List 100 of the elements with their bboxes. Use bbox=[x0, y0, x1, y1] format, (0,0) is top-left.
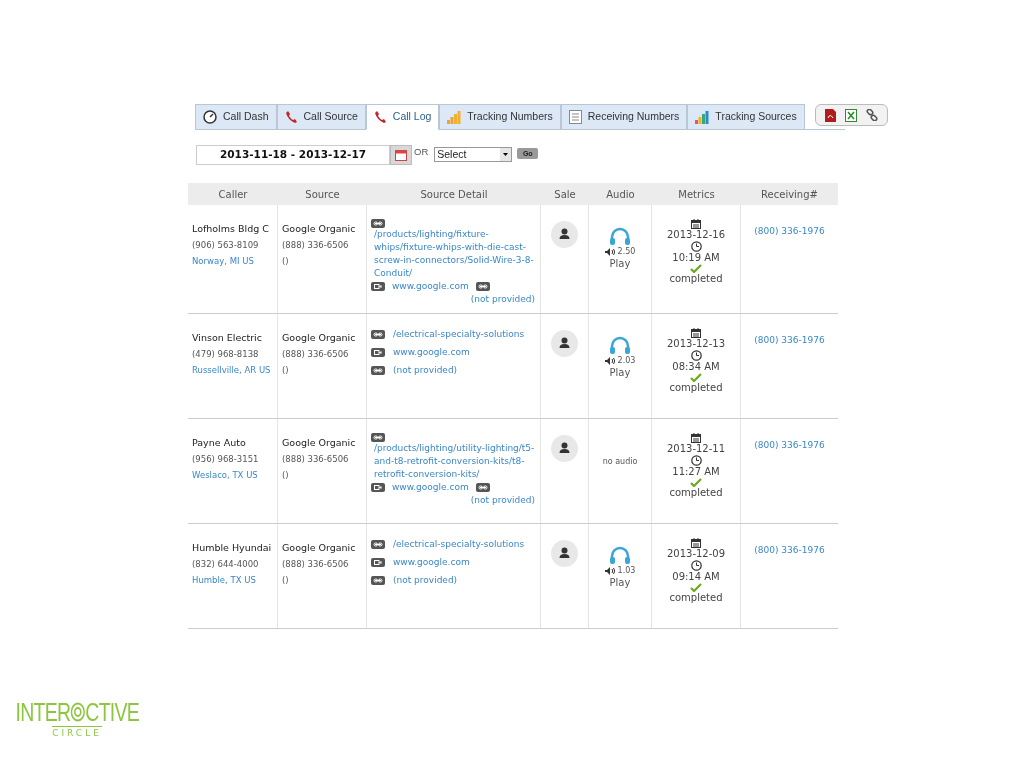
keyword-link[interactable]: (not provided) bbox=[470, 494, 535, 507]
link-icon bbox=[371, 540, 385, 549]
source-phone: (888) 336-6506 bbox=[282, 348, 350, 361]
calendar-button[interactable] bbox=[390, 145, 412, 165]
link-icon bbox=[371, 219, 385, 228]
video-icon bbox=[371, 282, 385, 291]
caller-phone: (479) 968-8138 bbox=[192, 348, 260, 361]
clock-icon bbox=[690, 241, 702, 252]
call-date: 2013-12-11 bbox=[666, 443, 726, 455]
logo-subtitle: CIRCLE bbox=[52, 725, 102, 740]
clock-icon bbox=[690, 560, 702, 571]
person-avatar-icon bbox=[551, 221, 578, 248]
checkmark-icon bbox=[690, 264, 702, 273]
play-link[interactable]: Play bbox=[609, 367, 631, 379]
audio-duration: 2.50 bbox=[617, 246, 636, 258]
caller-name: Humble Hyundai bbox=[192, 541, 273, 555]
caller-phone: (832) 644-4000 bbox=[192, 558, 260, 571]
source-name: Google Organic bbox=[282, 331, 357, 345]
clock-icon bbox=[690, 455, 702, 466]
column-header: Receiving# bbox=[760, 187, 819, 202]
audio-duration: 2.03 bbox=[617, 355, 636, 367]
caller-location-link[interactable]: Weslaco, TX US bbox=[192, 469, 277, 482]
person-avatar-icon bbox=[551, 435, 578, 462]
column-header: Source bbox=[304, 187, 341, 202]
caller-name: Lofholms Bldg C bbox=[192, 222, 270, 236]
referrer-link[interactable]: www.google.com bbox=[393, 346, 470, 359]
receiving-number-link[interactable]: (800) 336-1976 bbox=[754, 544, 825, 556]
receiving-number-link[interactable]: (800) 336-1976 bbox=[754, 439, 825, 451]
referrer-link[interactable]: www.google.com bbox=[393, 556, 470, 569]
tab[interactable]: Receiving Numbers bbox=[560, 104, 688, 130]
receiving-number-link[interactable]: (800) 336-1976 bbox=[754, 334, 825, 346]
column-header: Caller bbox=[217, 187, 249, 202]
caller-name: Payne Auto bbox=[192, 436, 247, 450]
list-icon bbox=[568, 110, 582, 124]
referrer-link[interactable]: www.google.com bbox=[392, 280, 469, 293]
speaker-icon bbox=[604, 567, 615, 575]
source-path-link[interactable]: /electrical-specialty-solutions bbox=[393, 328, 525, 341]
calendar-icon bbox=[395, 149, 407, 161]
link-icon bbox=[475, 282, 490, 291]
caller-phone: (956) 968-3151 bbox=[192, 453, 260, 466]
logo-text: CTIVE bbox=[85, 697, 139, 726]
call-date: 2013-12-13 bbox=[666, 338, 726, 350]
keyword-link[interactable]: (not provided) bbox=[470, 293, 535, 306]
call-time: 09:14 AM bbox=[672, 571, 720, 583]
chain-link-icon[interactable] bbox=[865, 109, 878, 121]
audio-duration: 1.03 bbox=[617, 565, 636, 577]
phone-icon bbox=[373, 110, 387, 124]
tab[interactable]: Call Log bbox=[365, 104, 440, 130]
spreadsheet-icon[interactable] bbox=[844, 108, 857, 122]
caller-name: Vinson Electric bbox=[192, 331, 263, 345]
checkmark-icon bbox=[690, 583, 702, 592]
call-date: 2013-12-09 bbox=[666, 548, 726, 560]
tab[interactable]: Call Source bbox=[276, 104, 366, 130]
caller-location-link[interactable]: Russellville, AR US bbox=[192, 364, 277, 377]
caller-location-link[interactable]: Norway, MI US bbox=[192, 255, 277, 268]
calendar-icon bbox=[691, 433, 701, 443]
headphones-icon bbox=[609, 227, 631, 245]
tab[interactable]: Tracking Sources bbox=[687, 104, 805, 130]
headphones-icon bbox=[609, 336, 631, 354]
date-range-field[interactable]: 2013-11-18 - 2013-12-17 bbox=[196, 145, 390, 165]
video-icon bbox=[371, 558, 385, 567]
bar-chart-icon bbox=[695, 110, 710, 124]
keyword-link[interactable]: (not provided) bbox=[393, 364, 458, 377]
select-dropdown[interactable]: Select bbox=[434, 147, 513, 162]
source-extra: () bbox=[282, 469, 290, 482]
or-label: OR bbox=[414, 145, 429, 159]
logo-text: INTER bbox=[15, 697, 71, 726]
link-icon bbox=[371, 576, 385, 585]
column-header: Sale bbox=[553, 187, 577, 202]
tab[interactable]: Call Dash bbox=[195, 104, 277, 130]
source-path-link[interactable]: /electrical-specialty-solutions bbox=[393, 538, 525, 551]
link-icon bbox=[371, 433, 385, 442]
call-time: 08:34 AM bbox=[672, 361, 720, 373]
keyword-link[interactable]: (not provided) bbox=[393, 574, 458, 587]
source-phone: (888) 336-6506 bbox=[282, 239, 350, 252]
tab[interactable]: Tracking Numbers bbox=[439, 104, 561, 130]
source-name: Google Organic bbox=[282, 541, 357, 555]
call-status: completed bbox=[669, 273, 723, 285]
speaker-icon bbox=[604, 357, 615, 365]
logo-swirl-icon bbox=[70, 701, 86, 722]
speaker-icon bbox=[604, 248, 615, 256]
source-extra: () bbox=[282, 255, 290, 268]
play-link[interactable]: Play bbox=[609, 258, 631, 270]
link-icon bbox=[371, 366, 385, 375]
calendar-icon bbox=[691, 219, 701, 229]
call-time: 10:19 AM bbox=[672, 252, 720, 264]
receiving-number-link[interactable]: (800) 336-1976 bbox=[754, 225, 825, 237]
call-status: completed bbox=[669, 487, 723, 499]
caret-icon bbox=[500, 148, 512, 161]
source-phone: (888) 336-6506 bbox=[282, 558, 350, 571]
source-name: Google Organic bbox=[282, 222, 357, 236]
person-avatar-icon bbox=[551, 540, 578, 567]
pdf-icon[interactable] bbox=[824, 108, 836, 122]
calendar-icon bbox=[691, 538, 701, 548]
column-header: Metrics bbox=[677, 187, 716, 202]
caller-location-link[interactable]: Humble, TX US bbox=[192, 574, 277, 587]
phone-icon bbox=[284, 110, 298, 124]
referrer-link[interactable]: www.google.com bbox=[392, 481, 469, 494]
link-icon bbox=[475, 483, 490, 492]
play-link[interactable]: Play bbox=[609, 577, 631, 589]
